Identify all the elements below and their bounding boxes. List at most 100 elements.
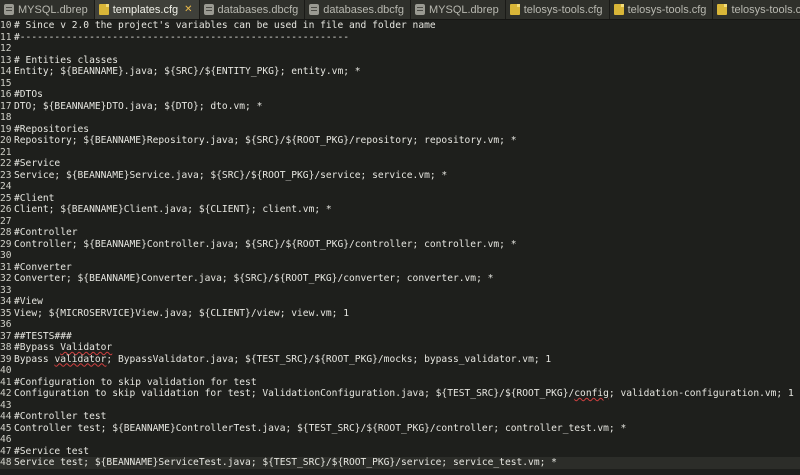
code-line[interactable]: 39 Bypass validator; BypassValidator.java… (0, 354, 800, 366)
code-line[interactable]: 40 (0, 365, 800, 377)
tab-label: telosys-tools.cfg (523, 3, 603, 16)
database-file-icon (4, 4, 14, 15)
code-line[interactable]: 11 #-------------------------------------… (0, 32, 800, 44)
line-text: #Configuration to skip validation for te… (14, 376, 257, 388)
code-line[interactable]: 32 Converter; ${BEANNAME}Converter.java; … (0, 273, 800, 285)
code-line[interactable]: 20 Repository; ${BEANNAME}Repository.java… (0, 135, 800, 147)
line-number: 16 (0, 89, 12, 100)
code-editor[interactable]: 10 # Since v 2.0 the project's variables … (0, 20, 800, 475)
code-line[interactable]: 35 View; ${MICROSERVICE}View.java; ${CLIE… (0, 308, 800, 320)
code-line[interactable]: 18 (0, 112, 800, 124)
code-line[interactable]: 26 Client; ${BEANNAME}Client.java; ${CLIE… (0, 204, 800, 216)
line-number: 38 (0, 342, 12, 353)
line-text: #Service test (14, 445, 90, 457)
code-line[interactable]: 21 (0, 147, 800, 159)
line-text: #---------------------------------------… (14, 31, 350, 43)
code-line[interactable]: 37 ##TESTS### (0, 331, 800, 343)
line-number: 40 (0, 365, 12, 376)
tab-telosys-tools-cfg[interactable]: telosys-tools.cfg (609, 0, 714, 19)
line-number: 33 (0, 284, 12, 296)
code-line[interactable]: 23 Service; ${BEANNAME}Service.java; ${SR… (0, 170, 800, 182)
line-number: 47 (0, 445, 12, 457)
code-line[interactable]: 27 (0, 216, 800, 228)
tab-label: telosys-tools.cfg (627, 3, 707, 16)
line-text: # Entities classes (14, 54, 118, 66)
code-line[interactable]: 43 (0, 400, 800, 412)
line-text: #DTOs (14, 89, 43, 100)
line-text: #View (14, 296, 43, 307)
code-line[interactable]: 17 DTO; ${BEANNAME}DTO.java; ${DTO}; dto.… (0, 101, 800, 113)
line-number: 41 (0, 376, 12, 388)
line-number: 42 (0, 388, 12, 399)
line-text: #Service (14, 158, 61, 169)
tab-telosys-tools-cfg[interactable]: telosys-tools.cfg (505, 0, 610, 19)
line-number: 39 (0, 353, 12, 365)
line-number: 19 (0, 123, 12, 135)
tab-mysql-dbrep[interactable]: MYSQL.dbrep (0, 0, 95, 19)
code-line[interactable]: 19 #Repositories (0, 124, 800, 136)
code-line[interactable]: 46 (0, 434, 800, 446)
line-text: #Bypass Validator (14, 342, 113, 353)
code-line[interactable]: 42 Configuration to skip validation for t… (0, 388, 800, 400)
line-number: 12 (0, 43, 12, 54)
line-number: 35 (0, 307, 12, 319)
code-line[interactable]: 33 (0, 285, 800, 297)
spelling-error-marker: Validator (60, 342, 113, 353)
code-line[interactable]: 13 # Entities classes (0, 55, 800, 67)
tab-templates-cfg[interactable]: templates.cfg ✕ (94, 0, 200, 19)
tab-databases-dbcfg[interactable]: databases.dbcfg (305, 0, 411, 19)
line-text: Converter; ${BEANNAME}Converter.java; ${… (14, 273, 494, 284)
tab-label: templates.cfg (112, 3, 179, 16)
code-line[interactable]: 22 #Service (0, 158, 800, 170)
line-text: #Repositories (14, 123, 90, 135)
line-text: #Converter (14, 261, 72, 273)
config-file-icon (509, 4, 520, 15)
line-text: View; ${MICROSERVICE}View.java; ${CLIENT… (14, 307, 350, 319)
code-line[interactable]: 10 # Since v 2.0 the project's variables … (0, 20, 800, 32)
code-line[interactable]: 16 #DTOs (0, 89, 800, 101)
code-line[interactable]: 41 #Configuration to skip validation for … (0, 377, 800, 389)
line-text: Bypass validator; BypassValidator.java; … (14, 353, 552, 365)
line-number: 26 (0, 204, 12, 215)
spelling-error-marker: validator (54, 353, 107, 365)
line-number: 24 (0, 181, 12, 192)
code-line[interactable]: 29 Controller; ${BEANNAME}Controller.java… (0, 239, 800, 251)
code-line[interactable]: 12 (0, 43, 800, 55)
line-text: #Controller (14, 227, 78, 238)
line-number: 29 (0, 238, 12, 250)
line-text: Entity; ${BEANNAME}.java; ${SRC}/${ENTIT… (14, 66, 361, 77)
code-line[interactable]: 30 (0, 250, 800, 262)
code-line[interactable]: 34 #View (0, 296, 800, 308)
database-file-icon (414, 4, 425, 15)
code-line[interactable]: 28 #Controller (0, 227, 800, 239)
line-text: DTO; ${BEANNAME}DTO.java; ${DTO}; dto.vm… (14, 100, 263, 112)
code-line[interactable]: 44 #Controller test (0, 411, 800, 423)
code-line[interactable]: 25 #Client (0, 193, 800, 205)
database-file-icon (203, 4, 214, 15)
line-text: Client; ${BEANNAME}Client.java; ${CLIENT… (14, 204, 332, 215)
tab-label: MYSQL.dbrep (428, 3, 499, 16)
tab-databases-dbcfg[interactable]: databases.dbcfg (199, 0, 306, 19)
code-line[interactable]: 36 (0, 319, 800, 331)
line-number: 13 (0, 54, 12, 66)
tab-telosys-tools-cfg[interactable]: telosys-tools.cfg (713, 0, 800, 19)
code-line[interactable]: 38 #Bypass Validator (0, 342, 800, 354)
line-number: 14 (0, 66, 12, 77)
config-file-icon (717, 4, 728, 15)
editor-tab-bar: MYSQL.dbrep templates.cfg ✕ databases.dbcfg… (0, 0, 800, 20)
code-line[interactable]: 14 Entity; ${BEANNAME}.java; ${SRC}/${ENT… (0, 66, 800, 78)
code-line[interactable]: 31 #Converter (0, 262, 800, 274)
line-number: 11 (0, 31, 12, 43)
config-file-icon (98, 4, 109, 15)
line-number: 44 (0, 411, 12, 422)
tab-label: databases.dbcfg (323, 3, 404, 16)
line-text: Configuration to skip validation for tes… (14, 388, 794, 399)
close-tab-icon[interactable]: ✕ (184, 4, 192, 15)
code-line[interactable]: 24 (0, 181, 800, 193)
code-line[interactable]: 47 #Service test (0, 446, 800, 458)
line-number: 28 (0, 227, 12, 238)
code-line[interactable]: 45 Controller test; ${BEANNAME}Controller… (0, 423, 800, 435)
code-line[interactable]: 48 Service test; ${BEANNAME}ServiceTest.j… (0, 457, 800, 469)
tab-mysql-dbrep[interactable]: MYSQL.dbrep (410, 0, 506, 19)
code-line[interactable]: 15 (0, 78, 800, 90)
